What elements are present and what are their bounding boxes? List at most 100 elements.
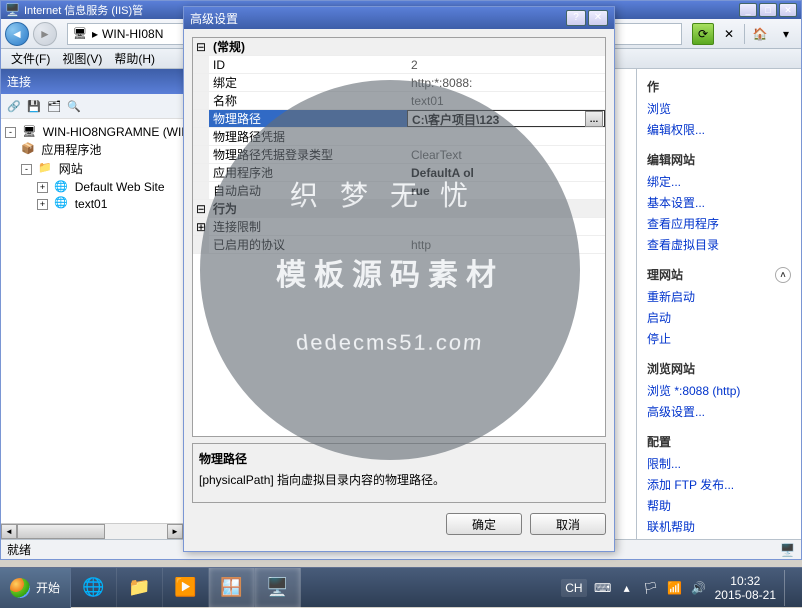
property-help-box: 物理路径 [physicalPath] 指向虚拟目录内容的物理路径。 bbox=[192, 443, 606, 503]
collapse-icon[interactable]: ⊟ bbox=[193, 200, 209, 217]
prop-row-apppool[interactable]: 应用程序池 DefaultA ol bbox=[193, 164, 605, 182]
action-basic-settings[interactable]: 基本设置... bbox=[647, 192, 791, 213]
filter-icon[interactable]: 🔍 bbox=[65, 97, 83, 115]
address-text: WIN-HI08N bbox=[102, 27, 163, 41]
collapse-icon[interactable]: - bbox=[21, 164, 32, 175]
action-center-icon[interactable]: 🏳 bbox=[643, 580, 659, 596]
advanced-settings-dialog: 高级设置 ? ✕ ⊟ (常规) ID 2 绑定 http:*:8088: 名称 … bbox=[183, 6, 615, 552]
prop-row-physical-path[interactable]: 物理路径 C:\客户项目\123 … bbox=[193, 110, 605, 128]
stop-nav-icon[interactable]: ✕ bbox=[718, 23, 740, 45]
ime-indicator[interactable]: CH bbox=[561, 579, 586, 597]
property-grid[interactable]: ⊟ (常规) ID 2 绑定 http:*:8088: 名称 text01 物理… bbox=[192, 37, 606, 437]
tree-root[interactable]: - 🖥 WIN-HIO8NGRAMNE (WIN-H bbox=[5, 123, 179, 140]
tree-expand-icon[interactable]: 🗂 bbox=[45, 97, 63, 115]
tree-text01-site[interactable]: + 🌐 text01 bbox=[5, 195, 179, 212]
browse-site-header: 浏览网站 bbox=[647, 360, 695, 377]
system-tray: CH ⌨ ▴ 🏳 📶 🔊 10:32 2015-08-21 bbox=[553, 570, 802, 606]
action-online-help[interactable]: 联机帮助 bbox=[647, 516, 791, 537]
maximize-button[interactable]: □ bbox=[759, 3, 777, 17]
action-stop[interactable]: 停止 bbox=[647, 328, 791, 349]
taskbar: 开始 🌐 📁 ▶️ 🪟 🖥️ CH ⌨ ▴ 🏳 📶 🔊 10:32 2015-0… bbox=[0, 567, 802, 607]
scroll-thumb[interactable] bbox=[17, 524, 105, 539]
start-orb-icon bbox=[10, 578, 30, 598]
close-button[interactable]: ✕ bbox=[779, 3, 797, 17]
globe-icon: 🌐 bbox=[54, 196, 68, 210]
tree-default-site[interactable]: + 🌐 Default Web Site bbox=[5, 178, 179, 195]
expand-icon[interactable]: + bbox=[37, 199, 48, 210]
action-start[interactable]: 启动 bbox=[647, 307, 791, 328]
clock[interactable]: 10:32 2015-08-21 bbox=[715, 574, 776, 602]
action-view-apps[interactable]: 查看应用程序 bbox=[647, 213, 791, 234]
action-restart[interactable]: 重新启动 bbox=[647, 286, 791, 307]
prop-row-name[interactable]: 名称 text01 bbox=[193, 92, 605, 110]
scroll-left-button[interactable]: ◄ bbox=[1, 524, 17, 539]
taskbar-media-icon[interactable]: ▶️ bbox=[163, 568, 209, 608]
home-icon[interactable]: 🏠 bbox=[749, 23, 771, 45]
prop-row-logon-type[interactable]: 物理路径凭据登录类型 ClearText bbox=[193, 146, 605, 164]
collapse-icon[interactable]: ⊟ bbox=[193, 38, 209, 55]
dialog-title: 高级设置 bbox=[190, 10, 564, 27]
tree-sites[interactable]: - 📁 网站 bbox=[5, 159, 179, 178]
nav-forward-button[interactable]: ► bbox=[33, 22, 57, 46]
action-browse-8088[interactable]: 浏览 *:8088 (http) bbox=[647, 380, 791, 401]
tray-chevron-icon[interactable]: ▴ bbox=[619, 580, 635, 596]
ok-button[interactable]: 确定 bbox=[446, 513, 522, 535]
prop-row-bindings[interactable]: 绑定 http:*:8088: bbox=[193, 74, 605, 92]
network-icon[interactable]: 📶 bbox=[667, 580, 683, 596]
physical-path-value[interactable]: C:\客户项目\123 … bbox=[407, 110, 605, 127]
show-desktop-button[interactable] bbox=[784, 570, 794, 606]
prop-row-protocols[interactable]: 已启用的协议 http bbox=[193, 236, 605, 254]
dialog-close-button[interactable]: ✕ bbox=[588, 10, 608, 26]
dialog-titlebar[interactable]: 高级设置 ? ✕ bbox=[184, 7, 614, 29]
nav-back-button[interactable]: ◄ bbox=[5, 22, 29, 46]
action-add-ftp[interactable]: 添加 FTP 发布... bbox=[647, 474, 791, 495]
config-header: 配置 bbox=[647, 433, 671, 450]
actions-header: 作 bbox=[647, 78, 659, 95]
connect-icon[interactable]: 🔗 bbox=[5, 97, 23, 115]
sites-folder-icon: 📁 bbox=[38, 161, 52, 175]
ime-tool-icon[interactable]: ⌨ bbox=[595, 580, 611, 596]
prop-category-behavior[interactable]: ⊟ 行为 bbox=[193, 200, 605, 218]
action-advanced-settings[interactable]: 高级设置... bbox=[647, 401, 791, 422]
expand-icon[interactable]: ⊞ bbox=[193, 218, 209, 235]
taskbar-ie-icon[interactable]: 🌐 bbox=[71, 568, 117, 608]
status-icon: 🖥️ bbox=[780, 543, 795, 557]
globe-icon: 🌐 bbox=[54, 180, 68, 194]
apppool-icon: 📦 bbox=[21, 142, 35, 156]
action-restrict[interactable]: 限制... bbox=[647, 453, 791, 474]
action-help[interactable]: 帮助 bbox=[647, 495, 791, 516]
chevron-up-icon[interactable]: ˄ bbox=[775, 267, 791, 283]
help-toolbar-icon[interactable]: ▾ bbox=[775, 23, 797, 45]
menu-view[interactable]: 视图(V) bbox=[56, 48, 108, 69]
prop-row-autostart[interactable]: 自动启动 rue bbox=[193, 182, 605, 200]
scroll-right-button[interactable]: ► bbox=[167, 524, 183, 539]
taskbar-iis-icon[interactable]: 🖥️ bbox=[255, 568, 301, 608]
browse-path-button[interactable]: … bbox=[585, 111, 603, 127]
connections-panel: 连接 🔗 💾 🗂 🔍 - 🖥 WIN-HIO8NGRAMNE (WIN-H 📦 … bbox=[1, 69, 184, 539]
collapse-icon[interactable]: - bbox=[5, 127, 16, 138]
action-permissions[interactable]: 编辑权限... bbox=[647, 119, 791, 140]
dialog-help-button[interactable]: ? bbox=[566, 10, 586, 26]
volume-icon[interactable]: 🔊 bbox=[691, 580, 707, 596]
action-view-vdirs[interactable]: 查看虚拟目录 bbox=[647, 234, 791, 255]
menu-file[interactable]: 文件(F) bbox=[5, 48, 56, 69]
prop-category-general[interactable]: ⊟ (常规) bbox=[193, 38, 605, 56]
prop-row-id[interactable]: ID 2 bbox=[193, 56, 605, 74]
expand-icon[interactable]: + bbox=[37, 182, 48, 193]
taskbar-explorer-icon[interactable]: 📁 bbox=[117, 568, 163, 608]
action-browse[interactable]: 浏览 bbox=[647, 98, 791, 119]
save-icon[interactable]: 💾 bbox=[25, 97, 43, 115]
start-button[interactable]: 开始 bbox=[0, 568, 71, 608]
tree-apppools[interactable]: 📦 应用程序池 bbox=[5, 140, 179, 159]
tree-hscroll[interactable]: ◄ ► bbox=[1, 523, 183, 539]
connections-header: 连接 bbox=[1, 69, 183, 94]
prop-row-conn-limits[interactable]: ⊞ 连接限制 bbox=[193, 218, 605, 236]
refresh-button[interactable]: ⟳ bbox=[692, 23, 714, 45]
minimize-button[interactable]: _ bbox=[739, 3, 757, 17]
taskbar-window-icon[interactable]: 🪟 bbox=[209, 568, 255, 608]
cancel-button[interactable]: 取消 bbox=[530, 513, 606, 535]
menu-help[interactable]: 帮助(H) bbox=[108, 48, 161, 69]
prop-row-credentials[interactable]: 物理路径凭据 bbox=[193, 128, 605, 146]
action-bindings[interactable]: 绑定... bbox=[647, 171, 791, 192]
connections-tree[interactable]: - 🖥 WIN-HIO8NGRAMNE (WIN-H 📦 应用程序池 - 📁 网… bbox=[1, 119, 183, 523]
